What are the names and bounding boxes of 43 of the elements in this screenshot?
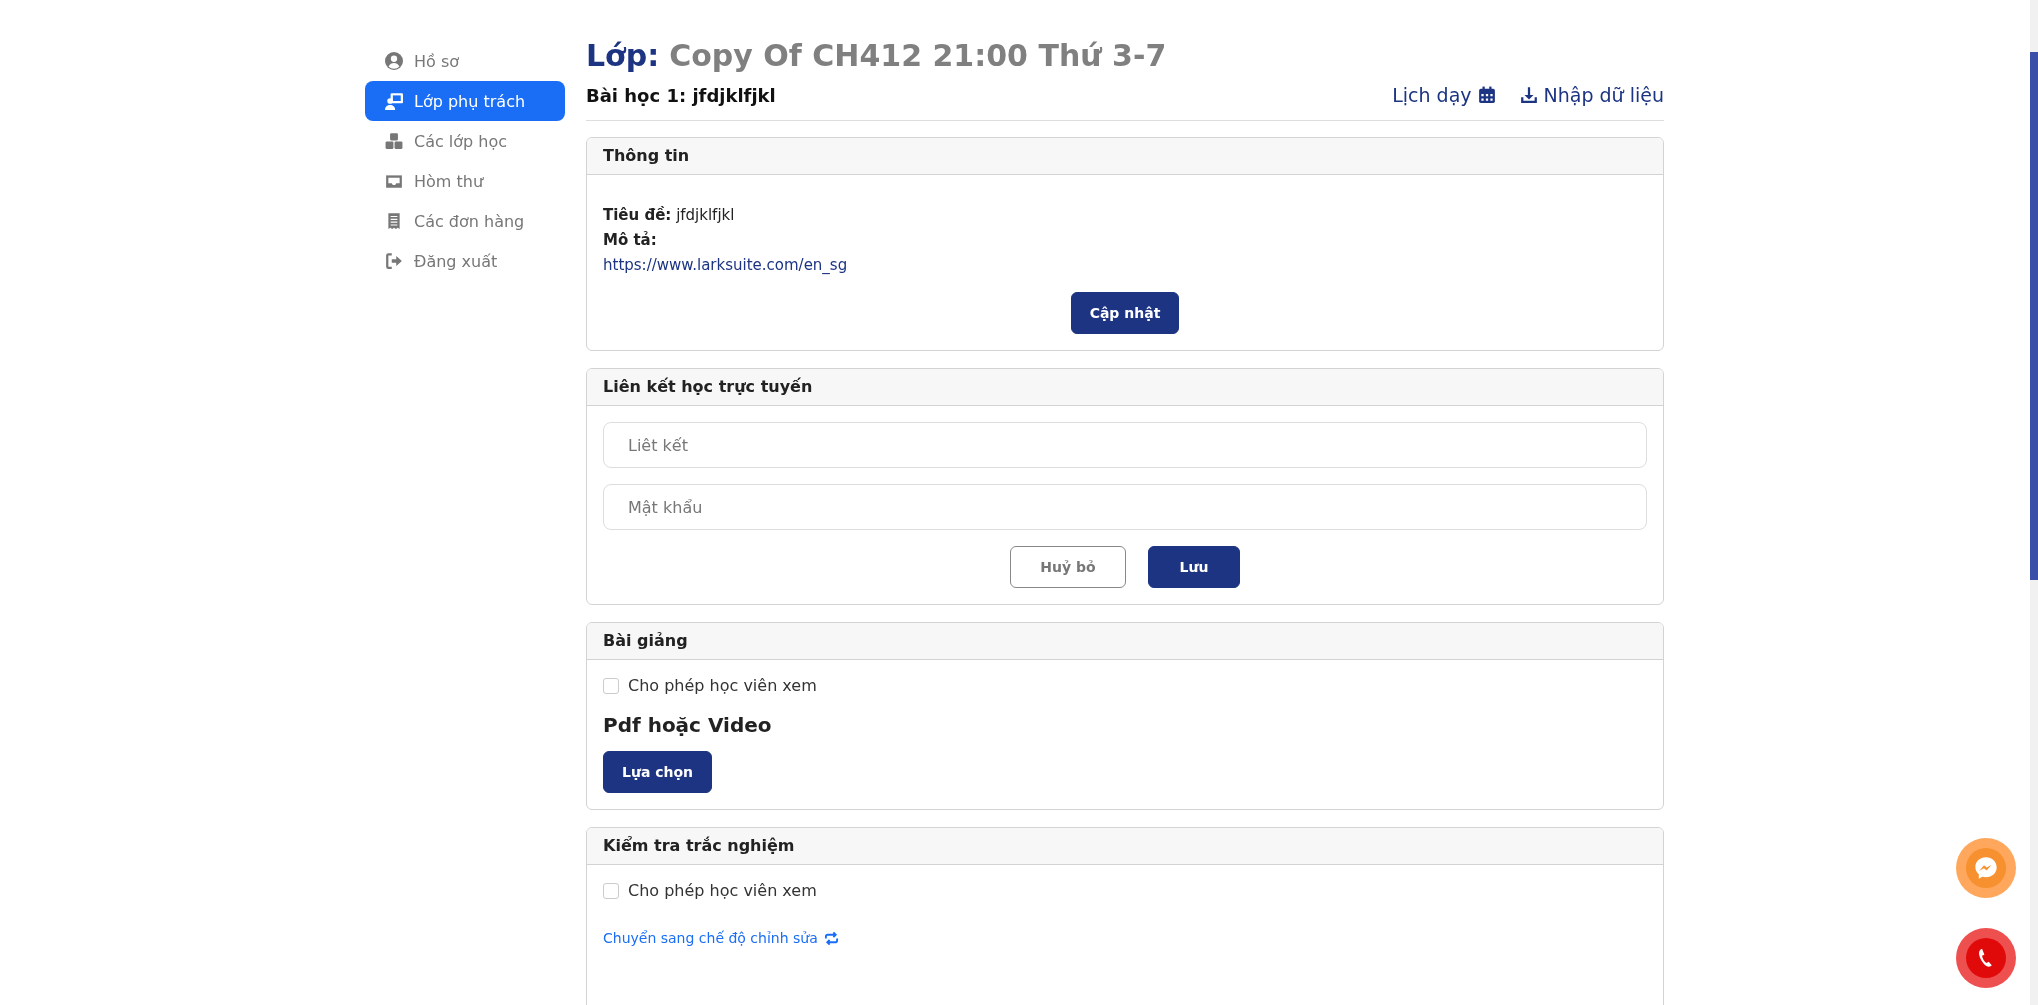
scrollbar[interactable] [2030, 0, 2038, 1005]
field-text: Mô tả: [603, 230, 658, 251]
sidebar-item[interactable]: Các đơn hàng [365, 201, 565, 241]
field-text: Tiêu đề: jfdjklfjkl [603, 205, 736, 226]
page-title-label: Lớp: [586, 38, 660, 73]
checkbox-label: Cho phép học viên xem [628, 676, 817, 695]
url-link[interactable]: https://www.larksuite.com/en_sg [603, 256, 848, 274]
sidebar-item[interactable]: Hòm thư [365, 161, 565, 201]
page-title: Copy Of CH412 21:00 Thứ 3-7 [669, 38, 1167, 73]
choose-button[interactable]: Lựa chọn [603, 751, 713, 793]
input-field[interactable]: Liêt kết [603, 422, 1647, 468]
card-header: Kiểm tra trắc nghiệm [587, 828, 1663, 865]
sidebar-item[interactable]: Đăng xuất [365, 241, 565, 281]
checkbox-label: Cho phép học viên xem [628, 881, 817, 900]
update-button[interactable]: Cập nhật [1070, 292, 1180, 334]
card-header: Liên kết học trực tuyến [587, 369, 1663, 406]
card-header: Bài giảng [587, 623, 1663, 660]
checkbox[interactable] [603, 677, 619, 694]
edit-mode-link[interactable]: Chuyển sang chế độ chỉnh sửa [603, 930, 839, 946]
calendar-icon [1477, 86, 1496, 104]
checkbox[interactable] [603, 882, 619, 899]
download-icon [1519, 86, 1538, 104]
section-heading: Pdf hoặc Video [603, 713, 773, 737]
scrollbar-thumb[interactable] [2030, 52, 2038, 580]
card-header: Thông tin [587, 138, 1663, 175]
phone-button[interactable] [1956, 928, 2016, 988]
messenger-button[interactable] [1956, 838, 2016, 898]
save-button[interactable]: Lưu [1148, 546, 1240, 588]
sidebar-item[interactable]: Lớp phụ trách [365, 81, 565, 121]
header-link[interactable]: Lịch dạy [1392, 84, 1496, 106]
sidebar-item[interactable]: Hồ sơ [365, 41, 565, 81]
sidebar-item[interactable]: Các lớp học [365, 121, 565, 161]
input-field[interactable]: Mật khẩu [603, 484, 1647, 530]
logout-icon [385, 252, 403, 270]
repeat-icon [823, 930, 839, 946]
header-link[interactable]: Nhập dữ liệu [1519, 84, 1664, 106]
receipt-icon [385, 212, 403, 230]
cancel-button[interactable]: Huỷ bỏ [1010, 546, 1126, 588]
inbox-icon [385, 172, 403, 190]
user-icon [385, 52, 403, 70]
teacher-board-icon [385, 92, 403, 110]
boxes-icon [385, 132, 403, 150]
lesson-title: Bài học 1: jfdjklfjkl [586, 84, 776, 106]
